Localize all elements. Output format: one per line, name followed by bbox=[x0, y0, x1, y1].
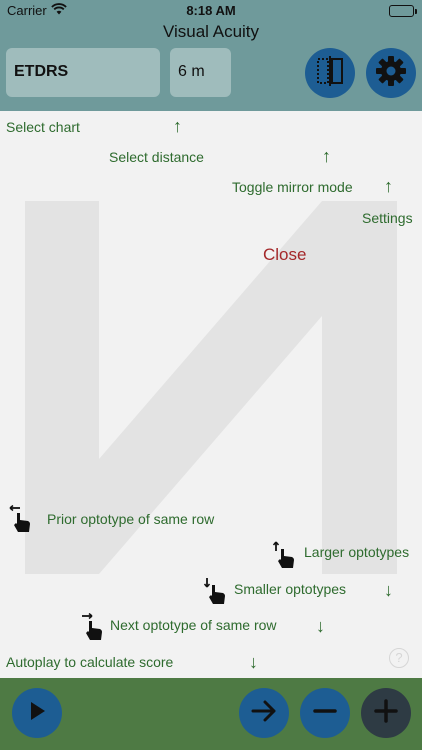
swipe-right-icon bbox=[80, 612, 104, 646]
plus-icon bbox=[372, 697, 400, 730]
mirror-toggle-icon bbox=[315, 55, 345, 92]
distance-select[interactable]: 6 m bbox=[170, 48, 231, 97]
help-next-optotype: Next optotype of same row bbox=[110, 617, 277, 633]
play-icon bbox=[26, 699, 48, 728]
status-bar: Carrier 8:18 AM bbox=[0, 0, 422, 22]
gear-icon bbox=[375, 55, 407, 92]
bottom-toolbar bbox=[0, 678, 422, 750]
autoplay-button[interactable] bbox=[12, 688, 62, 738]
next-optotype-button[interactable] bbox=[239, 688, 289, 738]
swipe-left-icon bbox=[8, 504, 32, 538]
arrow-down-icon: ↓ bbox=[316, 616, 325, 636]
larger-optotypes-button[interactable] bbox=[361, 688, 411, 738]
chart-select[interactable]: ETDRS bbox=[6, 48, 160, 97]
arrow-down-icon: ↓ bbox=[384, 580, 393, 600]
chart-display-area[interactable]: Select chart ↑ Select distance ↑ Toggle … bbox=[0, 111, 422, 678]
arrow-up-icon: ↑ bbox=[173, 116, 182, 136]
help-settings: Settings bbox=[362, 210, 413, 226]
settings-button[interactable] bbox=[366, 48, 416, 98]
arrow-up-icon: ↑ bbox=[384, 176, 393, 196]
arrow-right-icon bbox=[250, 697, 278, 730]
help-prior-optotype: Prior optotype of same row bbox=[47, 511, 215, 527]
help-icon[interactable]: ? bbox=[389, 648, 409, 668]
minus-icon bbox=[311, 697, 339, 730]
page-title: Visual Acuity bbox=[162, 22, 260, 41]
help-select-chart: Select chart bbox=[6, 119, 80, 135]
smaller-optotypes-button[interactable] bbox=[300, 688, 350, 738]
status-time: 8:18 AM bbox=[186, 3, 236, 18]
battery-icon bbox=[389, 5, 417, 17]
mirror-mode-button[interactable] bbox=[305, 48, 355, 98]
arrow-down-icon: ↓ bbox=[249, 652, 258, 672]
help-toggle-mirror: Toggle mirror mode bbox=[232, 179, 353, 195]
swipe-up-icon bbox=[272, 541, 296, 574]
swipe-down-icon bbox=[203, 577, 227, 610]
help-autoplay: Autoplay to calculate score bbox=[6, 654, 174, 670]
close-help-button[interactable]: Close bbox=[263, 245, 306, 265]
help-larger-optotypes: Larger optotypes bbox=[304, 544, 410, 560]
arrow-up-icon: ↑ bbox=[322, 146, 331, 166]
help-smaller-optotypes: Smaller optotypes bbox=[234, 581, 347, 597]
top-header: Carrier 8:18 AM Visual Acuity ETDRS 6 m bbox=[0, 0, 422, 111]
help-select-distance: Select distance bbox=[109, 149, 204, 165]
